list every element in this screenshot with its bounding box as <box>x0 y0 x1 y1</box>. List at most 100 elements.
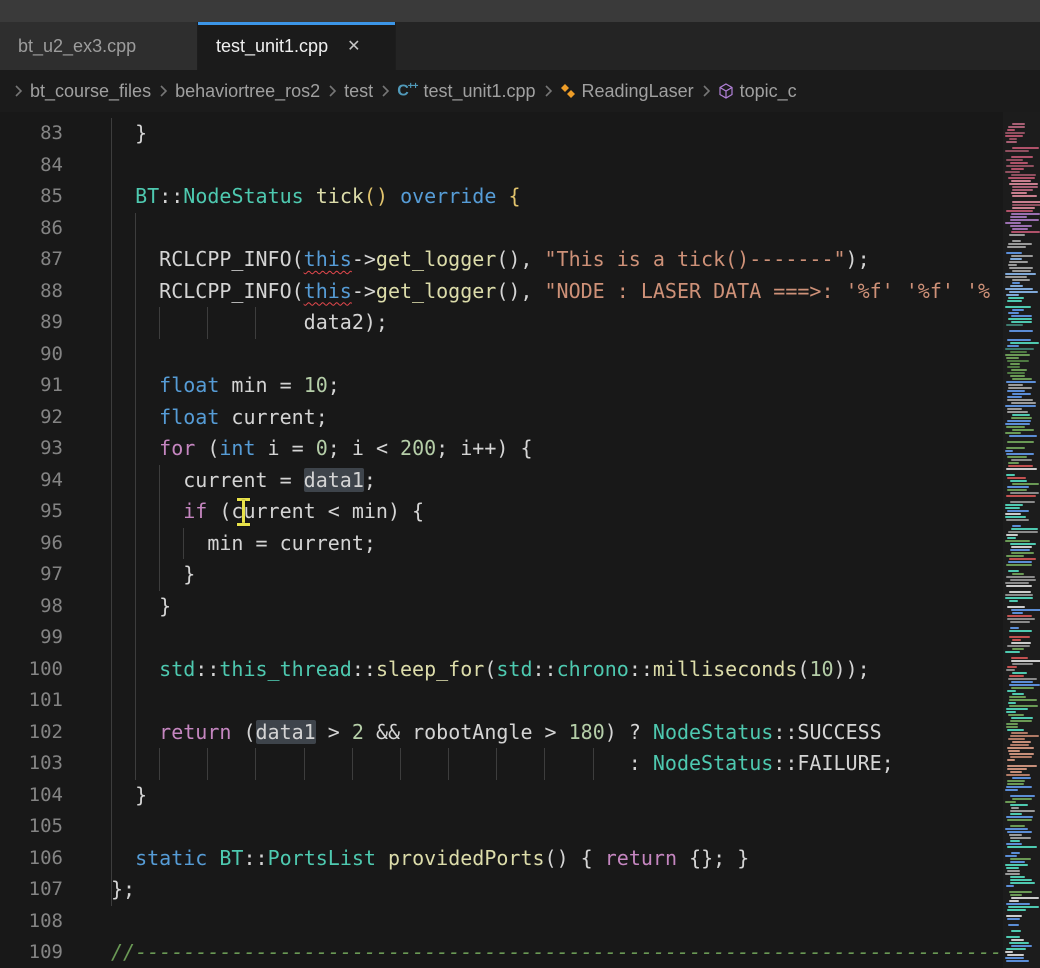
line-number: 102 <box>0 717 63 749</box>
line-number: 96 <box>0 528 63 560</box>
breadcrumb-item-topic_c[interactable]: topic_c <box>718 81 797 102</box>
symbol-class-icon <box>560 83 576 99</box>
line-number: 86 <box>0 213 63 245</box>
code-text[interactable]: RCLCPP_INFO(this->get_logger(), "NODE : … <box>63 276 990 308</box>
line-number: 90 <box>0 339 63 371</box>
code-line-85: 85 BT::NodeStatus tick() override { <box>0 181 1003 213</box>
code-line-91: 91 float min = 10; <box>0 370 1003 402</box>
code-text[interactable] <box>63 213 111 245</box>
line-number: 99 <box>0 622 63 654</box>
indent-guide <box>496 748 497 780</box>
breadcrumb-label: test <box>344 81 373 102</box>
breadcrumb-item-test[interactable]: test <box>344 81 373 102</box>
code-line-101: 101 <box>0 685 1003 717</box>
line-number: 107 <box>0 874 63 906</box>
code-line-93: 93 for (int i = 0; i < 200; i++) { <box>0 433 1003 465</box>
tab-label: test_unit1.cpp <box>216 36 328 57</box>
breadcrumb-label: test_unit1.cpp <box>423 81 535 102</box>
breadcrumb-item-bt_course_files[interactable]: bt_course_files <box>30 81 151 102</box>
line-number: 97 <box>0 559 63 591</box>
indent-guide <box>448 748 449 780</box>
code-line-102: 102 return (data1 > 2 && robotAngle > 18… <box>0 717 1003 749</box>
breadcrumb-label: bt_course_files <box>30 81 151 102</box>
indent-guide <box>544 748 545 780</box>
minimap[interactable] <box>1003 112 1040 968</box>
breadcrumb-item-behaviortree_ros2[interactable]: behaviortree_ros2 <box>175 81 320 102</box>
indent-guide <box>111 118 112 906</box>
code-text[interactable]: min = current; <box>63 528 376 560</box>
code-text[interactable]: std::this_thread::sleep_for(std::chrono:… <box>63 654 870 686</box>
code-line-96: 96 min = current; <box>0 528 1003 560</box>
code-text[interactable] <box>63 622 111 654</box>
highlighted-word: data1 <box>304 468 364 492</box>
code-text[interactable]: //--------------------------------------… <box>63 937 1003 968</box>
line-number: 89 <box>0 307 63 339</box>
indent-guide <box>255 748 256 780</box>
code-text[interactable]: static BT::PortsList providedPorts() { r… <box>63 843 749 875</box>
code-line-90: 90 <box>0 339 1003 371</box>
code-text[interactable]: RCLCPP_INFO(this->get_logger(), "This is… <box>63 244 870 276</box>
code-text[interactable]: : NodeStatus::FAILURE; <box>63 748 894 780</box>
tab-close-icon[interactable]: ✕ <box>344 35 363 57</box>
indent-guide <box>159 748 160 780</box>
code-text[interactable]: for (int i = 0; i < 200; i++) { <box>63 433 532 465</box>
code-editor[interactable]: 83 }8485 BT::NodeStatus tick() override … <box>0 112 1040 968</box>
code-text[interactable]: } <box>63 591 171 623</box>
code-line-97: 97 } <box>0 559 1003 591</box>
tab-test_unit1.cpp[interactable]: test_unit1.cpp ✕ <box>198 22 396 70</box>
code-text[interactable] <box>63 906 111 938</box>
indent-guide <box>304 748 305 780</box>
code-text[interactable]: return (data1 > 2 && robotAngle > 180) ?… <box>63 717 882 749</box>
code-text[interactable]: float current; <box>63 402 328 434</box>
code-line-84: 84 <box>0 150 1003 182</box>
code-text[interactable] <box>63 685 111 717</box>
code-line-109: 109//-----------------------------------… <box>0 937 1003 968</box>
code-text[interactable]: BT::NodeStatus tick() override { <box>63 181 520 213</box>
code-lines[interactable]: 83 }8485 BT::NodeStatus tick() override … <box>0 118 1003 968</box>
line-number: 93 <box>0 433 63 465</box>
code-line-98: 98 } <box>0 591 1003 623</box>
chevron-right-icon <box>10 83 26 99</box>
code-line-86: 86 <box>0 213 1003 245</box>
highlighted-word: data1 <box>256 720 316 744</box>
line-number: 105 <box>0 811 63 843</box>
line-number: 103 <box>0 748 63 780</box>
line-number: 109 <box>0 937 63 968</box>
line-number: 98 <box>0 591 63 623</box>
code-line-104: 104 } <box>0 780 1003 812</box>
code-text[interactable]: } <box>63 780 147 812</box>
indent-guide <box>400 748 401 780</box>
chevron-right-icon <box>155 83 171 99</box>
tab-bar: bt_u2_ex3.cpp test_unit1.cpp ✕ <box>0 22 1040 70</box>
line-number: 101 <box>0 685 63 717</box>
window-titlebar <box>0 0 1040 22</box>
code-text[interactable] <box>63 339 111 371</box>
code-text[interactable]: }; <box>63 874 135 906</box>
breadcrumb-label: ReadingLaser <box>582 81 694 102</box>
code-text[interactable]: current = data1; <box>63 465 376 497</box>
line-number: 104 <box>0 780 63 812</box>
breadcrumb-item-test_unit1.cpp[interactable]: C++test_unit1.cpp <box>397 81 535 102</box>
tab-label: bt_u2_ex3.cpp <box>18 36 136 57</box>
indent-guide <box>352 748 353 780</box>
tab-bt_u2_ex3.cpp[interactable]: bt_u2_ex3.cpp <box>0 22 198 70</box>
code-text[interactable]: } <box>63 118 147 150</box>
indent-guide <box>255 307 256 339</box>
code-text[interactable]: } <box>63 559 195 591</box>
code-text[interactable]: if (current < min) { <box>63 496 424 528</box>
line-number: 83 <box>0 118 63 150</box>
code-line-99: 99 <box>0 622 1003 654</box>
code-line-89: 89 data2); <box>0 307 1003 339</box>
indent-guide <box>183 528 184 560</box>
indent-guide <box>207 307 208 339</box>
breadcrumb-item-ReadingLaser[interactable]: ReadingLaser <box>560 81 694 102</box>
code-line-87: 87 RCLCPP_INFO(this->get_logger(), "This… <box>0 244 1003 276</box>
code-text[interactable]: float min = 10; <box>63 370 340 402</box>
code-text[interactable] <box>63 150 111 182</box>
code-text[interactable] <box>63 811 111 843</box>
chevron-right-icon <box>698 83 714 99</box>
code-line-88: 88 RCLCPP_INFO(this->get_logger(), "NODE… <box>0 276 1003 308</box>
chevron-right-icon <box>324 83 340 99</box>
code-line-106: 106 static BT::PortsList providedPorts()… <box>0 843 1003 875</box>
code-line-107: 107}; <box>0 874 1003 906</box>
